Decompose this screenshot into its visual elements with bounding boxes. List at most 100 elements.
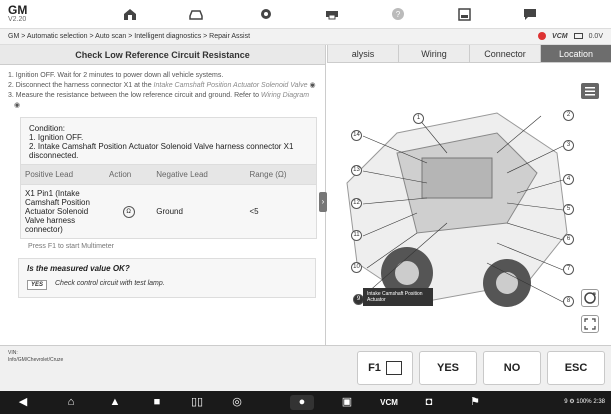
diagnostics-nav-icon[interactable]: ⚑ (466, 395, 484, 410)
step-3-text: 3. Measure the resistance between the lo… (8, 92, 261, 99)
version-label: V2.20 (8, 16, 27, 23)
step-2: 2. Disconnect the harness connector X1 a… (8, 81, 317, 91)
save-icon[interactable] (449, 4, 479, 24)
step-1-text: 1. Ignition OFF. Wait for 2 minutes to p… (8, 72, 224, 79)
condition-text: Condition: 1. Ignition OFF. 2. Intake Ca… (21, 118, 316, 164)
function-bar: VIN: Info/GM/Chevrolet/Cruze F1 YES NO E… (0, 345, 611, 391)
condition-line: 2. Intake Camshaft Position Actuator Sol… (29, 142, 294, 160)
fullscreen-icon[interactable] (581, 315, 599, 333)
callout-13[interactable]: 13 (351, 165, 362, 176)
eye-icon[interactable]: ◉ (14, 102, 20, 109)
procedure-title: Check Low Reference Circuit Resistance (0, 45, 325, 65)
multimeter-icon (385, 361, 402, 375)
top-bar: GM V2.20 ? (0, 0, 611, 29)
gear-icon[interactable] (251, 4, 281, 24)
tab-analysis[interactable]: alysis (327, 45, 398, 62)
tab-connector[interactable]: Connector (469, 45, 540, 62)
measurement-table: Positive Lead Action Negative Lead Range… (21, 164, 316, 238)
condition-title: Condition: (29, 124, 66, 133)
f1-multimeter-button[interactable]: F1 (357, 351, 413, 385)
breadcrumb: GM > Automatic selection > Auto scan > I… (8, 33, 251, 40)
house-icon[interactable]: ▲ (106, 395, 124, 410)
table-header-row: Positive Lead Action Negative Lead Range… (21, 164, 316, 185)
vci-label: VCM (552, 32, 568, 40)
col-range: Range (Ω) (245, 164, 316, 185)
esc-button[interactable]: ESC (547, 351, 605, 385)
callout-1[interactable]: 1 (413, 113, 424, 124)
refresh-icon[interactable] (581, 289, 599, 307)
browser-icon[interactable]: ◎ (228, 395, 246, 410)
vehicle-path: Info/GM/Chevrolet/Cruze (8, 357, 64, 363)
location-tag: Intake Camshaft Position Actuator (363, 288, 433, 306)
split-screen-icon[interactable]: ▯▯ (188, 395, 206, 410)
tab-wiring[interactable]: Wiring (398, 45, 469, 62)
col-positive-lead: Positive Lead (21, 164, 105, 185)
home-icon[interactable] (115, 4, 145, 24)
tab-location[interactable]: Location (540, 45, 611, 62)
vehicle-icon[interactable] (181, 4, 211, 24)
wiring-diagram-link[interactable]: Wiring Diagram (261, 92, 309, 99)
f1-label: F1 (368, 362, 381, 374)
callout-11[interactable]: 11 (351, 230, 362, 241)
help-icon[interactable]: ? (383, 4, 413, 24)
procedure-pane: Check Low Reference Circuit Resistance 1… (0, 45, 326, 345)
callout-5[interactable]: 5 (563, 204, 574, 215)
col-negative-lead: Negative Lead (152, 164, 246, 185)
breadcrumb-bar: GM > Automatic selection > Auto scan > I… (0, 29, 611, 45)
step-1: 1. Ignition OFF. Wait for 2 minutes to p… (8, 71, 317, 81)
callout-6[interactable]: 6 (563, 234, 574, 245)
vci-status: VCM 0.0V (538, 32, 603, 40)
question-box: Is the measured value OK? YES Check cont… (18, 258, 316, 298)
yes-button[interactable]: YES (419, 351, 477, 385)
location-view: 1 2 3 4 5 6 7 8 9 10 11 12 13 14 Intake … (327, 63, 611, 345)
callout-14[interactable]: 14 (351, 130, 362, 141)
callout-12[interactable]: 12 (351, 198, 362, 209)
camera-icon[interactable]: ● (290, 395, 314, 410)
printer-icon[interactable] (317, 4, 347, 24)
press-f1-hint: Press F1 to start Multimeter (28, 243, 114, 250)
list-icon[interactable] (581, 83, 599, 99)
cell-negative-lead: Ground (152, 184, 246, 238)
step-3: 3. Measure the resistance between the lo… (8, 91, 317, 111)
vehicle-info: VIN: Info/GM/Chevrolet/Cruze (8, 350, 63, 364)
vin-label: VIN: (8, 350, 18, 356)
procedure-steps: 1. Ignition OFF. Wait for 2 minutes to p… (0, 65, 325, 111)
callout-2[interactable]: 2 (563, 110, 574, 121)
screen-mirror-icon[interactable]: ▣ (338, 395, 356, 410)
back-icon[interactable]: ◀ (14, 395, 32, 410)
tab-bar: alysis Wiring Connector Location (327, 45, 611, 63)
table-row: X1 Pin1 (Intake Camshaft Position Actuat… (21, 184, 316, 238)
system-status: 9 ⚙ 100% 2:38 (564, 399, 605, 405)
condition-box: Condition: 1. Ignition OFF. 2. Intake Ca… (20, 117, 317, 239)
step-2-text: 2. Disconnect the harness connector X1 a… (8, 82, 154, 89)
vcm-nav-icon[interactable]: VCM (374, 395, 404, 410)
component-link[interactable]: Intake Camshaft Position Actuator Soleno… (154, 82, 308, 89)
ohm-meter-icon[interactable]: Ω (122, 205, 135, 218)
home-nav-icon[interactable]: ⌂ (62, 395, 80, 410)
battery-icon (573, 33, 583, 39)
answer-text: Check control circuit with test lamp. (55, 280, 165, 287)
svg-text:?: ? (396, 10, 401, 19)
condition-line: 1. Ignition OFF. (29, 133, 84, 142)
system-nav-bar: ◀ ⌂ ▲ ■ ▯▯ ◎ ● ▣ VCM ◘ ⚑ 9 ⚙ 100% 2:38 (0, 391, 611, 414)
answer-yes-badge[interactable]: YES (27, 280, 48, 290)
recent-apps-icon[interactable]: ■ (148, 395, 166, 410)
message-icon[interactable] (515, 4, 545, 24)
callout-8[interactable]: 8 (563, 296, 574, 307)
pane-collapse-handle[interactable]: › (319, 192, 327, 212)
car-nav-icon[interactable]: ◘ (420, 395, 438, 410)
callout-10[interactable]: 10 (351, 262, 362, 273)
voltage-label: 0.0V (588, 32, 603, 40)
cell-positive-lead: X1 Pin1 (Intake Camshaft Position Actuat… (21, 184, 105, 238)
callout-7[interactable]: 7 (563, 264, 574, 275)
vci-dot-icon (538, 32, 547, 40)
cell-range: <5 (245, 184, 316, 238)
callout-4[interactable]: 4 (563, 174, 574, 185)
no-button[interactable]: NO (483, 351, 541, 385)
col-action: Action (105, 164, 153, 185)
callout-3[interactable]: 3 (563, 140, 574, 151)
eye-icon[interactable]: ◉ (309, 82, 315, 89)
question-text: Is the measured value OK? (27, 264, 130, 273)
cell-action[interactable]: Ω (105, 184, 153, 238)
brand-label: GM (8, 3, 28, 17)
